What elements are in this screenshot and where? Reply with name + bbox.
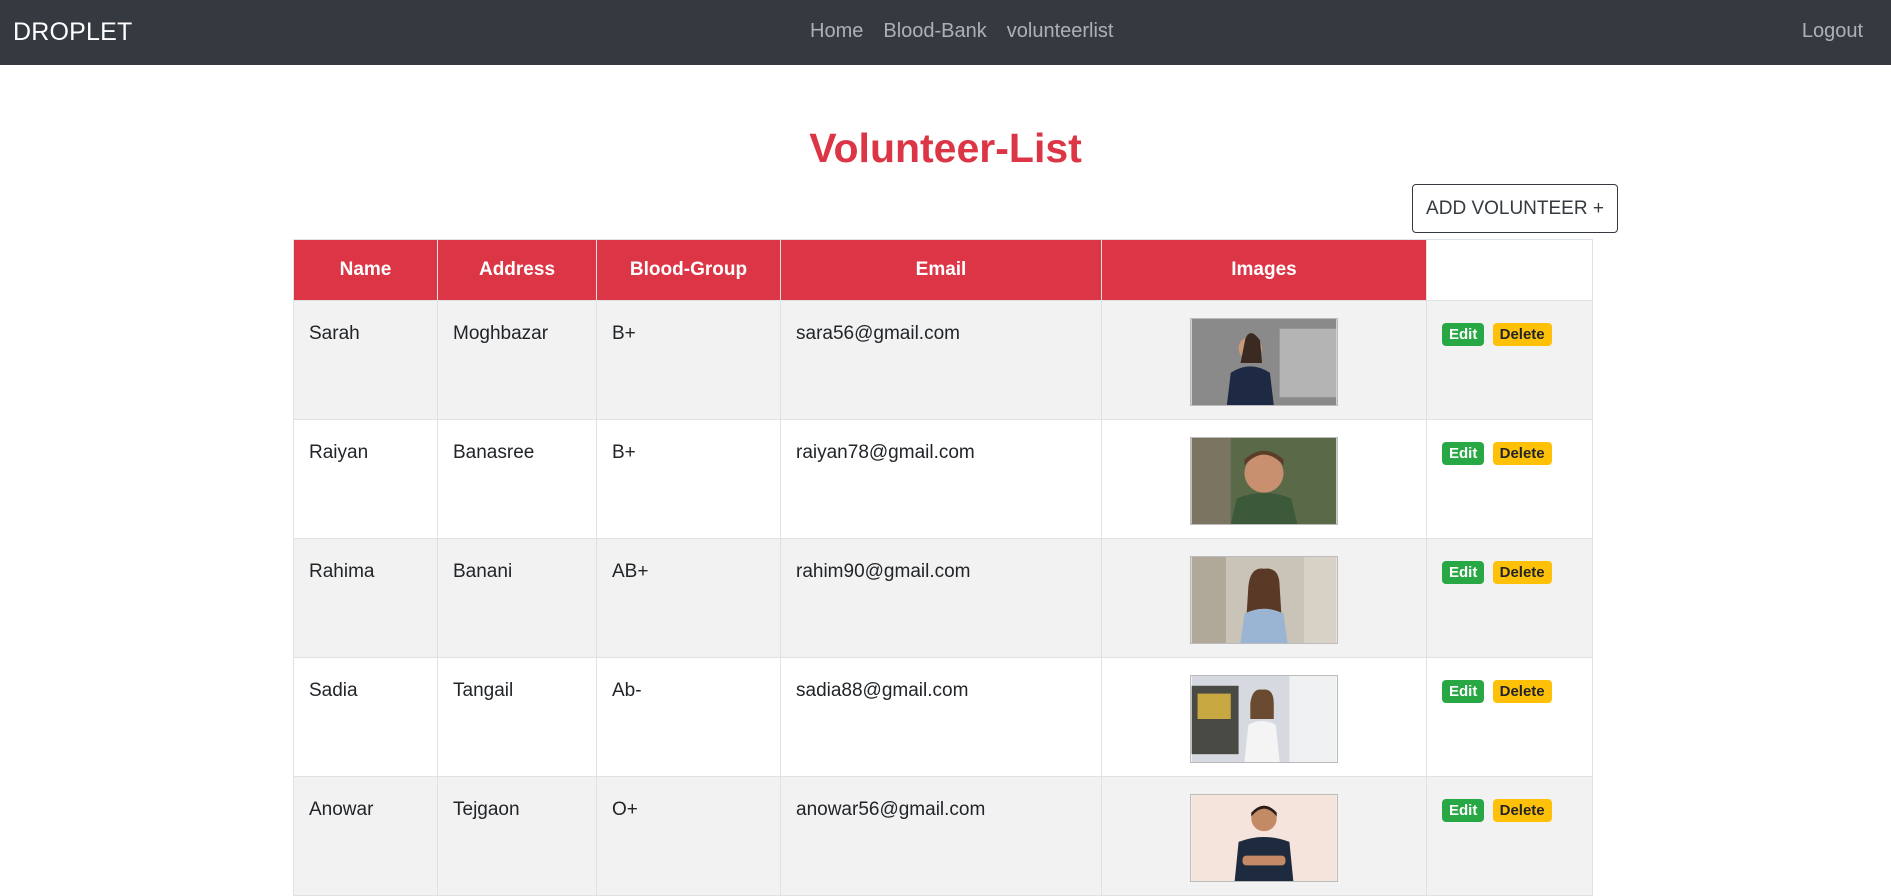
- cell-image: [1101, 300, 1427, 420]
- volunteer-photo: [1190, 794, 1338, 882]
- header-email: Email: [780, 239, 1102, 301]
- edit-button[interactable]: Edit: [1442, 323, 1485, 346]
- edit-button[interactable]: Edit: [1442, 442, 1485, 465]
- cell-address: Banani: [437, 538, 597, 658]
- delete-button[interactable]: Delete: [1492, 680, 1552, 703]
- cell-email: anowar56@gmail.com: [780, 776, 1102, 896]
- cell-actions: Edit Delete: [1426, 538, 1593, 658]
- cell-image: [1101, 538, 1427, 658]
- cell-email: sadia88@gmail.com: [780, 657, 1102, 777]
- cell-name: Rahima: [293, 538, 438, 658]
- cell-blood-group: Ab-: [596, 657, 781, 777]
- logout-link[interactable]: Logout: [1802, 20, 1863, 43]
- nav-links: Home Blood-Bank volunteerlist: [810, 20, 1133, 43]
- edit-button[interactable]: Edit: [1442, 561, 1485, 584]
- cell-image: [1101, 657, 1427, 777]
- delete-button[interactable]: Delete: [1492, 323, 1552, 346]
- delete-button[interactable]: Delete: [1492, 442, 1552, 465]
- nav-link-blood-bank[interactable]: Blood-Bank: [883, 20, 986, 43]
- brand-logo[interactable]: DROPLET: [13, 18, 132, 47]
- cell-image: [1101, 776, 1427, 896]
- volunteer-photo: [1190, 675, 1338, 763]
- table-row: Anowar Tejgaon O+ anowar56@gmail.com Edi…: [293, 776, 1593, 896]
- cell-name: Sadia: [293, 657, 438, 777]
- volunteer-photo: [1190, 318, 1338, 406]
- cell-blood-group: O+: [596, 776, 781, 896]
- cell-email: sara56@gmail.com: [780, 300, 1102, 420]
- nav-link-volunteerlist[interactable]: volunteerlist: [1007, 20, 1114, 43]
- cell-address: Tangail: [437, 657, 597, 777]
- cell-actions: Edit Delete: [1426, 419, 1593, 539]
- cell-name: Raiyan: [293, 419, 438, 539]
- cell-blood-group: B+: [596, 419, 781, 539]
- header-actions: [1426, 239, 1593, 301]
- cell-email: rahim90@gmail.com: [780, 538, 1102, 658]
- cell-actions: Edit Delete: [1426, 657, 1593, 777]
- cell-email: raiyan78@gmail.com: [780, 419, 1102, 539]
- table-row: Rahima Banani AB+ rahim90@gmail.com Edit…: [293, 538, 1593, 658]
- table-row: Sarah Moghbazar B+ sara56@gmail.com Edit…: [293, 300, 1593, 420]
- cell-address: Moghbazar: [437, 300, 597, 420]
- table-row: Sadia Tangail Ab- sadia88@gmail.com Edit…: [293, 657, 1593, 777]
- cell-actions: Edit Delete: [1426, 300, 1593, 420]
- header-blood-group: Blood-Group: [596, 239, 781, 301]
- page-title: Volunteer-List: [809, 125, 1082, 171]
- volunteer-photo: [1190, 437, 1338, 525]
- cell-actions: Edit Delete: [1426, 776, 1593, 896]
- cell-name: Sarah: [293, 300, 438, 420]
- delete-button[interactable]: Delete: [1492, 799, 1552, 822]
- table-row: Raiyan Banasree B+ raiyan78@gmail.com Ed…: [293, 419, 1593, 539]
- cell-image: [1101, 419, 1427, 539]
- cell-blood-group: B+: [596, 300, 781, 420]
- volunteer-table: Name Address Blood-Group Email Images Sa…: [293, 239, 1593, 896]
- volunteer-photo: [1190, 556, 1338, 644]
- header-name: Name: [293, 239, 438, 301]
- header-images: Images: [1101, 239, 1427, 301]
- edit-button[interactable]: Edit: [1442, 799, 1485, 822]
- delete-button[interactable]: Delete: [1492, 561, 1552, 584]
- add-volunteer-button[interactable]: ADD VOLUNTEER +: [1412, 184, 1618, 233]
- table-header-row: Name Address Blood-Group Email Images: [293, 239, 1593, 301]
- nav-link-home[interactable]: Home: [810, 20, 863, 43]
- header-address: Address: [437, 239, 597, 301]
- cell-name: Anowar: [293, 776, 438, 896]
- cell-address: Banasree: [437, 419, 597, 539]
- cell-blood-group: AB+: [596, 538, 781, 658]
- top-navbar: DROPLET Home Blood-Bank volunteerlist Lo…: [0, 0, 1891, 65]
- edit-button[interactable]: Edit: [1442, 680, 1485, 703]
- cell-address: Tejgaon: [437, 776, 597, 896]
